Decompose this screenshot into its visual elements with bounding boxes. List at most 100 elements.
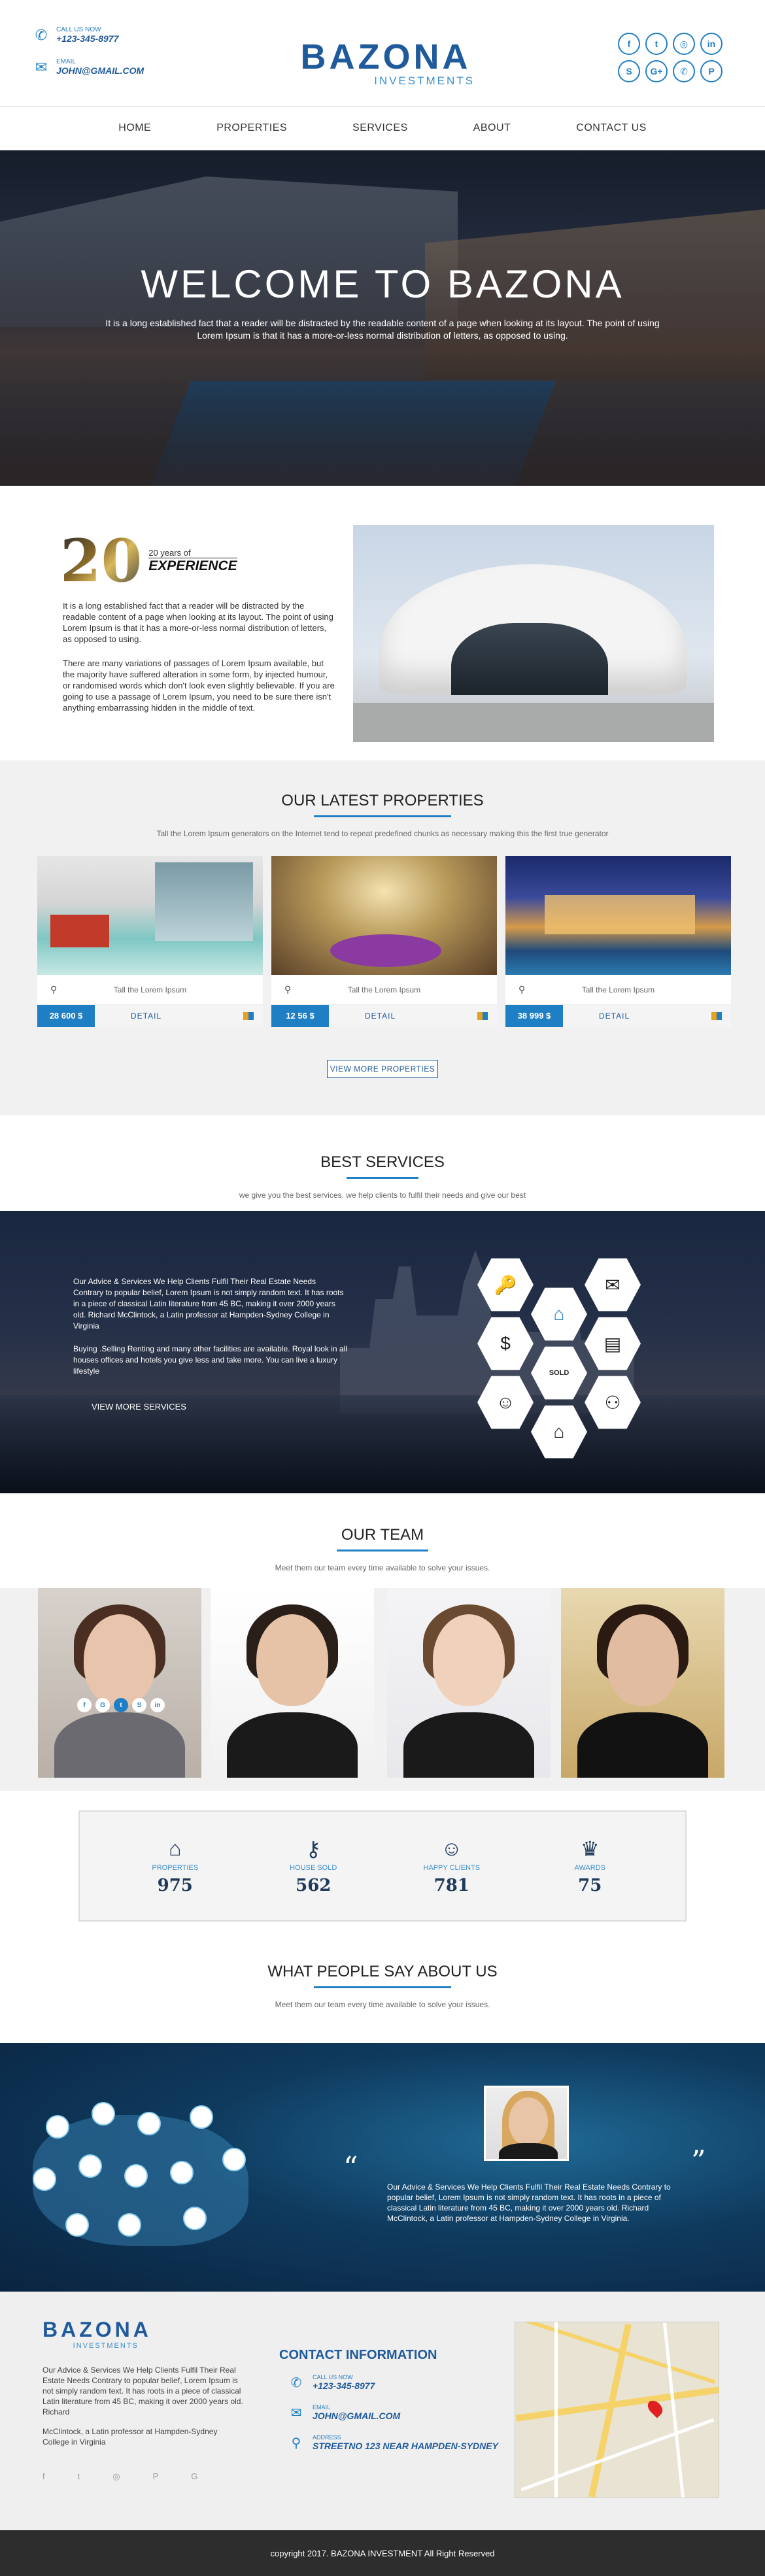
person-dot — [46, 2115, 69, 2139]
member-body — [227, 1712, 358, 1778]
keys-icon[interactable]: 🔑 — [477, 1258, 534, 1312]
users-icon[interactable]: ⚇ — [585, 1376, 641, 1429]
twitter-icon[interactable]: t — [78, 2471, 80, 2482]
document-icon[interactable]: ▤ — [585, 1317, 641, 1370]
footer-phone-number[interactable]: +123-345-8977 — [313, 2381, 375, 2391]
detail-link[interactable]: DETAIL — [599, 1011, 630, 1021]
person-dot — [33, 2167, 56, 2191]
linkedin-icon[interactable]: in — [150, 1698, 165, 1712]
footer-address-text: STREETNO 123 NEAR HAMPDEN-SYDNEY — [313, 2441, 498, 2451]
property-location: ⚲ Tall the Lorem Ipsum — [505, 975, 731, 1005]
google-plus-icon[interactable]: G — [95, 1698, 110, 1712]
footer-phone[interactable]: ✆ CALL US NOW +123-345-8977 — [288, 2374, 375, 2391]
home-icon[interactable]: ⌂ — [531, 1405, 587, 1459]
footer-about-1: Our Advice & Services We Help Clients Fu… — [42, 2365, 243, 2416]
stat-label: AWARDS — [574, 1864, 605, 1872]
instagram-icon[interactable]: ◎ — [112, 2471, 120, 2482]
hero-title: WELCOME TO BAZONA — [141, 262, 624, 306]
nav-contact[interactable]: CONTACT US — [543, 122, 679, 134]
linkedin-icon[interactable]: in — [700, 33, 722, 55]
property-price: 12 56 $ — [271, 1005, 329, 1027]
money-bag-icon[interactable]: $ — [477, 1317, 534, 1370]
nav-home[interactable]: HOME — [86, 122, 184, 134]
facebook-icon[interactable]: f — [42, 2471, 45, 2482]
site-header: ✆ CALL US NOW +123-345-8977 ✉ EMAIL JOHN… — [0, 0, 765, 106]
property-image[interactable] — [271, 856, 497, 975]
services-header: BEST SERVICES we give you the best servi… — [0, 1115, 765, 1211]
nav-properties[interactable]: PROPERTIES — [184, 122, 320, 134]
email-address[interactable]: JOHN@GMAIL.COM — [56, 65, 144, 76]
stat-value: 781 — [434, 1876, 469, 1895]
twitter-icon[interactable]: t — [114, 1698, 128, 1712]
map-pin-icon: ⚲ — [50, 984, 58, 994]
skype-icon[interactable]: S — [618, 60, 640, 82]
nav-services[interactable]: SERVICES — [320, 122, 441, 134]
view-more-properties-button[interactable]: VIEW MORE PROPERTIES — [327, 1060, 438, 1078]
google-plus-icon[interactable]: G — [191, 2471, 197, 2482]
location-text: Tall the Lorem Ipsum — [113, 985, 187, 994]
trophy-icon: ♛ — [580, 1837, 600, 1861]
footer-about: Our Advice & Services We Help Clients Fu… — [42, 2365, 245, 2456]
team-member-photo[interactable] — [211, 1588, 374, 1778]
team-section: OUR TEAM Meet them our team every time a… — [0, 1493, 765, 1791]
google-plus-icon[interactable]: G+ — [645, 60, 668, 82]
property-image[interactable] — [505, 856, 731, 975]
property-card[interactable]: ⚲ Tall the Lorem Ipsum 12 56 $ DETAIL — [271, 856, 497, 1027]
property-image[interactable] — [37, 856, 263, 975]
quote-open-icon: “ — [343, 2151, 358, 2184]
location-text: Tall the Lorem Ipsum — [581, 985, 655, 994]
team-member-photo[interactable]: f G t S in — [38, 1588, 201, 1778]
mail-icon[interactable]: ✉ — [585, 1258, 641, 1312]
location-map[interactable] — [515, 2322, 719, 2498]
team-title: OUR TEAM — [341, 1526, 424, 1544]
detail-link[interactable]: DETAIL — [131, 1011, 162, 1021]
nav-about[interactable]: ABOUT — [441, 122, 544, 134]
pinterest-icon[interactable]: P — [153, 2471, 159, 2482]
house-icon[interactable]: ⌂ — [531, 1287, 587, 1341]
footer-logo[interactable]: BAZONA INVESTMENTS — [42, 2318, 152, 2350]
site-logo[interactable]: BAZONA INVESTMENTS — [288, 39, 484, 88]
team-subtitle: Meet them our team every time available … — [275, 1563, 490, 1572]
team-member-photo[interactable] — [387, 1588, 551, 1778]
skype-icon[interactable]: S — [132, 1698, 146, 1712]
twitter-icon[interactable]: t — [645, 33, 668, 55]
person-dot — [65, 2213, 89, 2237]
footer-call-label: CALL US NOW — [313, 2374, 353, 2381]
call-label: CALL US NOW — [56, 26, 101, 33]
stats-box: ⌂ PROPERTIES 975 ⚷ HOUSE SOLD 562 ☺ HAPP… — [78, 1810, 687, 1922]
property-card[interactable]: ⚲ Tall the Lorem Ipsum 38 999 $ DETAIL — [505, 856, 731, 1027]
phone-icon: ✆ — [35, 26, 48, 43]
testimonials-subtitle: Meet them our team every time available … — [275, 2000, 490, 2009]
services-hex-grid: 🔑 $ ☺ ⌂ SOLD ⌂ ✉ ▤ ⚇ — [477, 1257, 647, 1459]
header-phone[interactable]: ✆ CALL US NOW +123-345-8977 — [33, 26, 144, 44]
testimonials-header: WHAT PEOPLE SAY ABOUT US Meet them our t… — [0, 1950, 765, 2043]
footer-logo-sub: INVESTMENTS — [73, 2342, 139, 2350]
facebook-icon[interactable]: f — [77, 1698, 92, 1712]
testimonial-quote: Our Advice & Services We Help Clients Fu… — [387, 2182, 671, 2223]
header-contact: ✆ CALL US NOW +123-345-8977 ✉ EMAIL JOHN… — [33, 26, 144, 90]
property-location: ⚲ Tall the Lorem Ipsum — [37, 975, 263, 1005]
phone-icon[interactable]: ✆ — [673, 60, 695, 82]
facebook-icon[interactable]: f — [618, 33, 640, 55]
header-email[interactable]: ✉ EMAIL JOHN@GMAIL.COM — [33, 58, 144, 76]
phone-number[interactable]: +123-345-8977 — [56, 33, 118, 44]
title-underline — [314, 1986, 451, 1988]
team-member-photo[interactable] — [561, 1588, 724, 1778]
instagram-icon[interactable]: ◎ — [673, 33, 695, 55]
sold-sign-icon[interactable]: SOLD — [531, 1346, 587, 1400]
footer-email-address[interactable]: JOHN@GMAIL.COM — [313, 2411, 400, 2421]
support-icon[interactable]: ☺ — [477, 1376, 534, 1429]
contact-info-title: CONTACT INFORMATION — [279, 2348, 437, 2362]
property-card[interactable]: ⚲ Tall the Lorem Ipsum 28 600 $ DETAIL — [37, 856, 263, 1027]
building-ground — [353, 703, 714, 742]
view-more-services-button[interactable]: VIEW MORE SERVICES — [92, 1402, 186, 1412]
detail-link[interactable]: DETAIL — [365, 1011, 396, 1021]
location-text: Tall the Lorem Ipsum — [347, 985, 421, 994]
footer-email[interactable]: ✉ EMAIL JOHN@GMAIL.COM — [288, 2404, 401, 2421]
person-dot — [183, 2207, 207, 2230]
title-underline — [337, 1550, 428, 1551]
testimonials-section: “ ” Our Advice & Services We Help Client… — [0, 2043, 765, 2292]
pinterest-icon[interactable]: P — [700, 60, 722, 82]
phone-icon: ✆ — [290, 2375, 302, 2390]
title-underline — [347, 1177, 418, 1179]
